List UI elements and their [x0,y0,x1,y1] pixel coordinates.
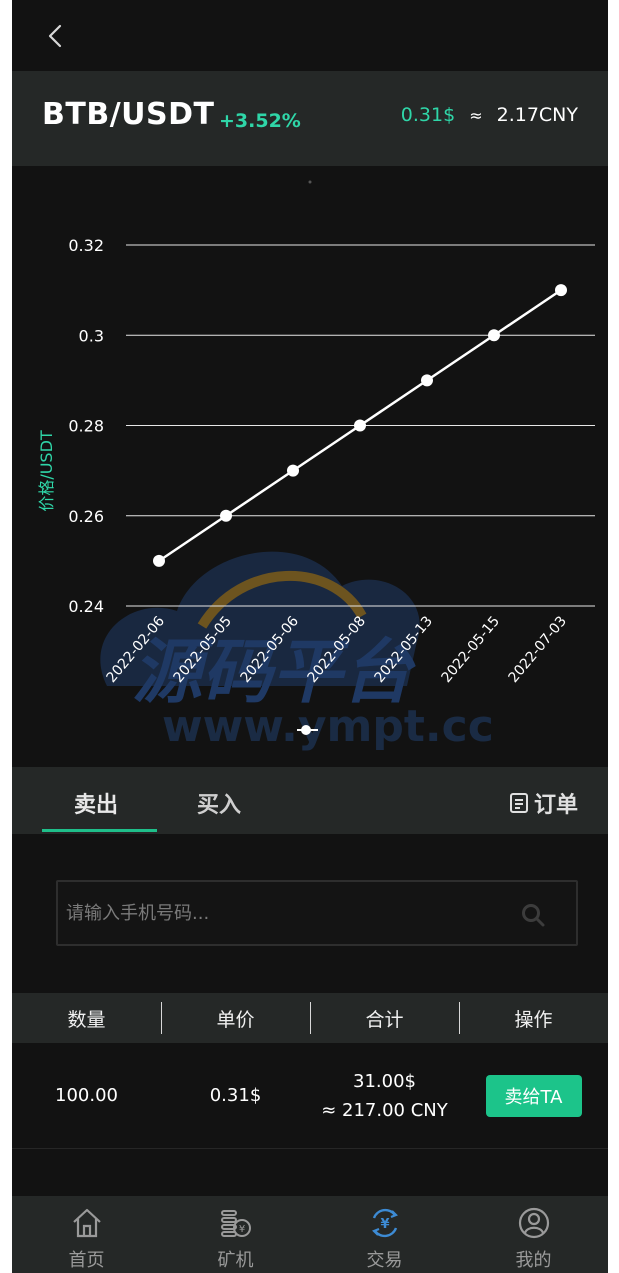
nav-label-trade: 交易 [366,1250,403,1271]
document-icon [509,793,528,813]
nav-label-home: 首页 [68,1250,105,1271]
nav-label-miner: 矿机 [217,1250,254,1271]
approx-sign: ≈ [469,105,483,125]
trade-tabs: 卖出 买入 订单 [12,767,608,834]
bottom-nav: 首页 ¥ 矿机 ¥ 交易 我的 [12,1196,608,1273]
price-display: 0.31$ ≈ 2.17CNY [401,104,578,126]
table-header: 数量 单价 合计 操作 [12,993,608,1043]
pair-name: BTB/USDT [42,97,215,132]
chart-dot [308,180,312,184]
app-screen: BTB/USDT +3.52% 0.31$ ≈ 2.17CNY 源码平台 www… [12,0,608,1273]
data-point[interactable] [354,419,366,432]
total-cny: ≈ 217.00 CNY [321,1099,448,1121]
orders-link[interactable]: 订单 [508,787,578,819]
price-chart: 源码平台 www.ympt.cc 0.24 0.26 0.28 0.3 0.32 202… [12,166,608,766]
tab-sell[interactable]: 卖出 [74,787,118,819]
nav-item-miner[interactable]: ¥ 矿机 [161,1196,310,1273]
cell-quantity: 100.00 [55,1085,118,1106]
data-point[interactable] [421,374,433,387]
watermark-url: www.ympt.cc [162,701,494,752]
header-total: 合计 [310,993,459,1043]
chart-svg: 源码平台 www.ympt.cc 0.24 0.26 0.28 0.3 0.32 202… [37,180,595,752]
header-unit-price: 单价 [161,993,310,1043]
top-bar [12,0,608,71]
nav-label-mine: 我的 [515,1250,552,1271]
search-box [56,880,578,946]
header-quantity: 数量 [67,1008,106,1031]
y-tick-label: 0.24 [68,597,104,616]
data-point[interactable] [287,464,299,477]
header-action: 操作 [459,993,608,1043]
y-tick-label: 0.32 [68,236,104,255]
watermark-logo: 源码平台 www.ympt.cc [100,551,494,752]
miner-icon: ¥ [220,1210,251,1237]
orders-label: 订单 [533,793,578,818]
x-tick-label: 2022-05-15 [439,613,504,686]
cell-action: 卖给TA [459,1043,608,1148]
pair-header: BTB/USDT +3.52% 0.31$ ≈ 2.17CNY [12,71,608,166]
data-point[interactable] [555,284,567,297]
svg-text:¥: ¥ [238,1224,244,1235]
cell-unit-price: 0.31$ [209,1085,262,1106]
data-point[interactable] [153,554,165,567]
home-icon [72,1208,101,1238]
data-point[interactable] [220,509,232,522]
price-usd: 0.31$ [400,104,456,126]
nav-item-trade[interactable]: ¥ 交易 [310,1196,459,1273]
data-point[interactable] [488,329,500,342]
y-tick-label: 0.26 [68,507,104,526]
search-icon[interactable] [520,902,546,928]
user-icon [518,1207,549,1239]
x-tick-label: 2022-07-03 [506,613,571,686]
y-axis-label: 价格/USDT [37,430,56,512]
tab-buy[interactable]: 买入 [197,787,241,819]
cell-total: 31.00$ ≈ 217.00 CNY [310,1043,459,1148]
total-usd: 31.00$ [353,1070,416,1092]
nav-item-home[interactable]: 首页 [12,1196,161,1273]
sell-to-button[interactable]: 卖给TA [485,1074,582,1117]
y-tick-label: 0.28 [68,417,104,436]
trade-icon: ¥ [371,1208,398,1238]
price-change: +3.52% [219,110,301,132]
phone-search-input[interactable] [66,882,506,944]
y-tick-label: 0.3 [79,326,104,345]
back-arrow-icon[interactable] [42,22,70,50]
price-cny: 2.17CNY [496,104,578,126]
active-tab-indicator [42,829,157,832]
nav-item-mine[interactable]: 我的 [459,1196,608,1273]
table-row: 100.00 0.31$ 31.00$ ≈ 217.00 CNY 卖给TA [12,1043,608,1149]
svg-text:¥: ¥ [380,1217,389,1232]
